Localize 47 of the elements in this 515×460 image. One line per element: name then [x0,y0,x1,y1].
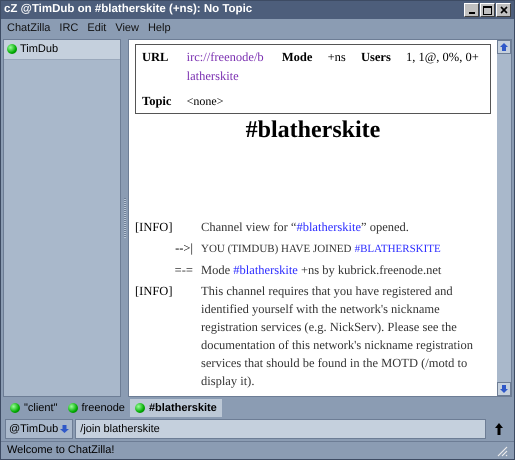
user-list-item[interactable]: TimDub [4,40,120,60]
menu-item[interactable]: Help [148,20,171,36]
message-prefix: =-= [174,262,193,280]
field-label: Mode [282,49,314,66]
message-text: This channel requires that you have registered and identified yourself with the network's nickname registration services (e.g. NickServ). Please see the documentation of this network's nickname registration services that should be found in the MOTD (/motd to display it). [201,283,474,390]
field-label: Topic [142,92,172,110]
scroll-up-icon[interactable] [497,40,511,54]
down-arrow-icon [60,424,70,434]
field-value: <none> [186,92,224,110]
input-field[interactable]: /join blatherskite [75,419,486,439]
channel-link[interactable]: #blatherskite [296,220,362,234]
view-tab[interactable]: #blatherskite [130,399,222,417]
channel-title: #blatherskite [244,116,382,146]
minimize-button[interactable] [464,3,479,17]
status-dot-icon [7,44,17,54]
status-dot-icon [10,403,20,413]
window-title: cZ @TimDub on #blatherskite (+ns): No Topic [4,2,254,18]
menu-item[interactable]: ChatZilla [7,20,50,36]
url-link[interactable]: irc://freenode/blatherskite [186,48,267,86]
message-text: +ns by kubrick.freenode.net [301,263,442,278]
message-prefix: [INFO] [135,219,174,236]
scroll-down-icon[interactable] [497,382,511,396]
message-prefix: -->| [174,240,193,258]
message-text: Mode [201,263,230,278]
channel-link[interactable]: #BLATHERSKITE [354,243,441,256]
field-label: Users [360,49,392,66]
status-dot-icon [134,403,145,413]
resize-grip-icon[interactable] [496,444,508,456]
message-text: Channel view for “ [201,220,296,234]
menu-item[interactable]: IRC [59,20,78,36]
status-text: Welcome to ChatZilla! [7,443,116,458]
close-icon [500,6,508,14]
message-prefix: [INFO] [135,283,174,300]
menu-item[interactable]: Edit [87,20,106,36]
menu-item[interactable]: View [115,20,139,36]
close-button[interactable] [496,3,511,17]
field-value: +ns [328,49,347,66]
field-label: URL [142,49,170,66]
channel-link[interactable]: #blatherskite [233,263,298,278]
status-dot-icon [68,403,78,413]
field-value: 1, 1@, 0%, 0+ [406,49,480,66]
nickname-button[interactable]: @TimDub [5,419,74,439]
maximize-icon [483,6,492,14]
maximize-button[interactable] [480,3,495,17]
message-text: ” opened. [361,220,409,234]
message-text: YOU (TIMDUB) HAVE JOINED [201,243,352,256]
multiline-toggle-icon[interactable] [494,422,504,436]
